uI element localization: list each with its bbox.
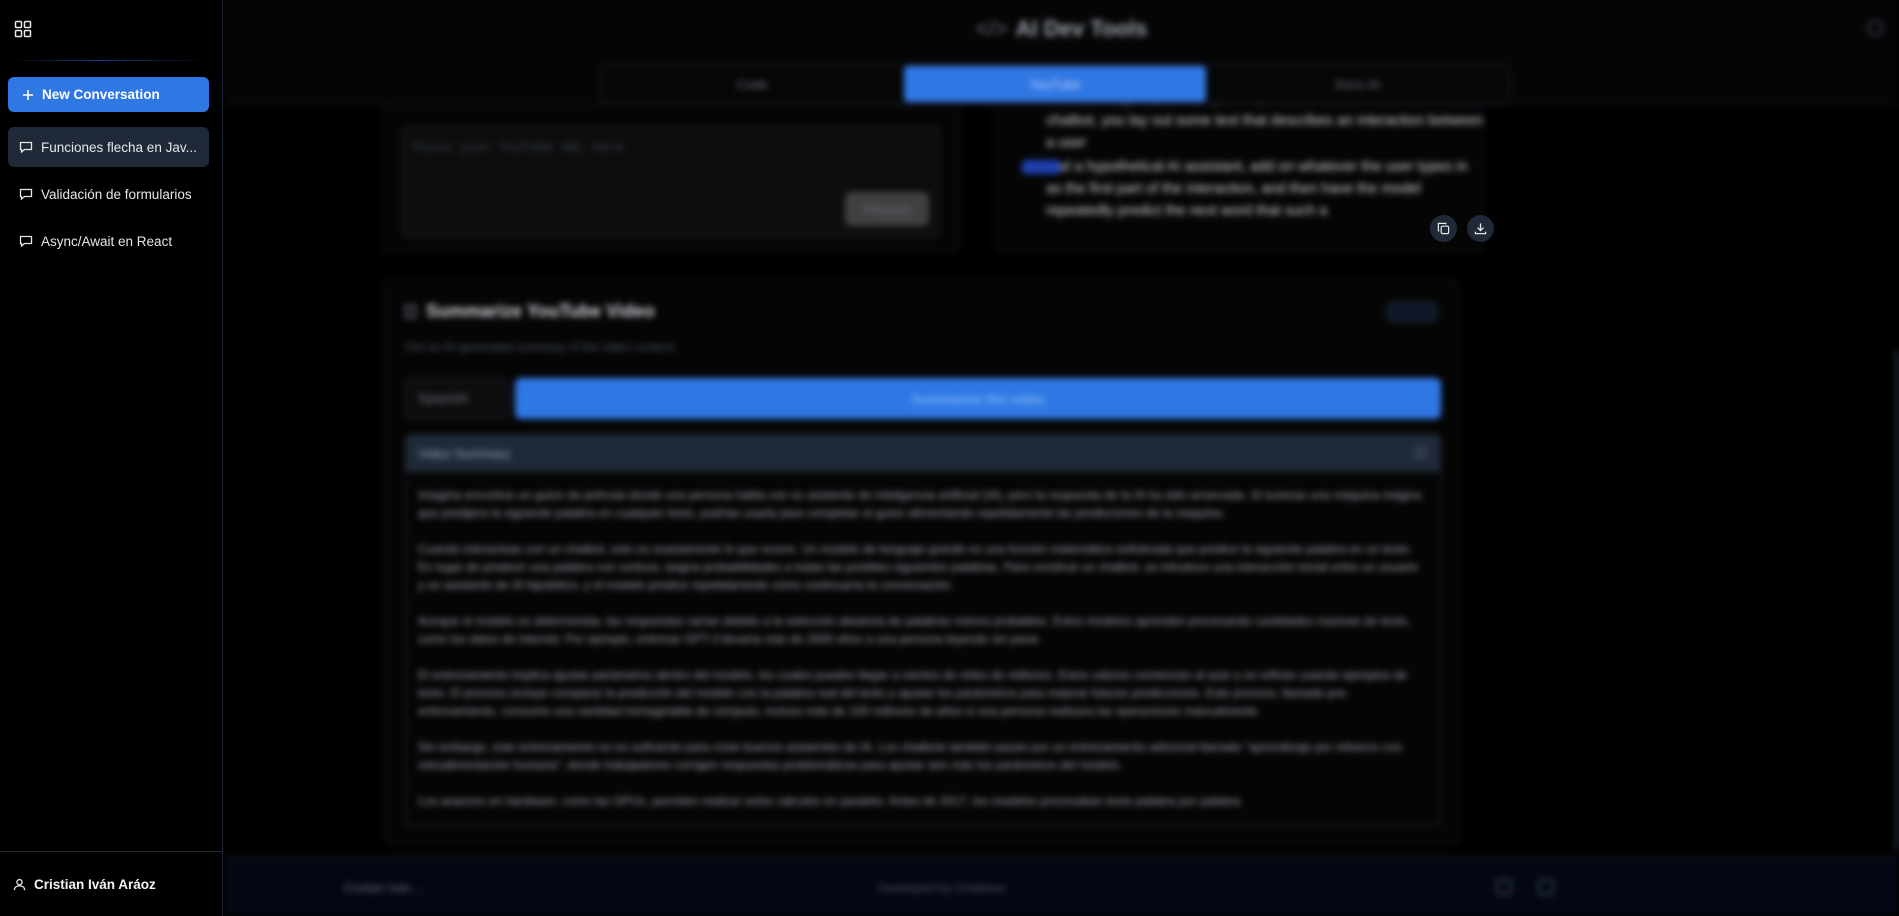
conversation-title: Async/Await en React xyxy=(41,233,173,249)
page-footer: Cristian Iván ... Developed by Chatbase xyxy=(224,856,1899,916)
summary-paragraph: Sin embargo, este entrenamiento no es su… xyxy=(418,740,1403,772)
github-icon[interactable] xyxy=(1496,879,1512,895)
summary-paragraph: El entrenamiento implica ajustar parámet… xyxy=(418,668,1408,718)
video-summary-header: Video Summary xyxy=(406,435,1440,472)
video-summary-panel: Video Summary Imagina encontrar un guion… xyxy=(405,434,1441,826)
conversation-item[interactable]: Funciones flecha en Jav... xyxy=(8,127,209,167)
summary-paragraph: Imagina encontrar un guion de película d… xyxy=(418,488,1422,520)
user-icon xyxy=(13,878,26,891)
download-button[interactable] xyxy=(1467,215,1494,242)
conversation-title: Funciones flecha en Jav... xyxy=(41,139,197,155)
summary-paragraph: Cuando interactúas con un chatbot, esto … xyxy=(418,542,1418,592)
video-summary-title: Video Summary xyxy=(418,446,511,461)
blurred-background: Paste your YouTube URL here Process does… xyxy=(224,0,1899,916)
sidebar: New Conversation Funciones flecha en Jav… xyxy=(0,0,223,916)
full-view-button[interactable] xyxy=(1386,301,1438,323)
copy-icon xyxy=(1437,222,1450,235)
conversation-item[interactable]: Async/Await en React xyxy=(8,221,209,261)
grid-menu-icon[interactable] xyxy=(14,20,32,38)
summary-card: Summarize YouTube Video Get an AI-genera… xyxy=(384,278,1459,845)
tab-docs-ai[interactable]: Docs AI xyxy=(1206,66,1509,102)
user-name: Cristian Iván Aráoz xyxy=(34,877,156,892)
summary-paragraph: Los avances en hardware, como las GPUs, … xyxy=(418,794,1244,808)
document-icon xyxy=(405,305,416,318)
app-title-text: AI Dev Tools xyxy=(1015,16,1148,41)
process-button[interactable]: Process xyxy=(845,192,929,226)
tab-youtube[interactable]: YouTube xyxy=(903,66,1207,102)
new-conversation-label: New Conversation xyxy=(42,87,160,102)
conversation-list: Funciones flecha en Jav... Validación de… xyxy=(8,127,209,268)
sidebar-divider xyxy=(8,60,208,61)
conversation-title: Validación de formularios xyxy=(41,186,192,202)
new-conversation-button[interactable]: New Conversation xyxy=(8,77,209,112)
transcript-line: and a hypothetical AI assistant, add on … xyxy=(1046,159,1468,219)
footer-user: Cristian Iván ... xyxy=(344,881,425,895)
collapse-icon[interactable] xyxy=(1416,448,1426,458)
settings-icon[interactable] xyxy=(1867,20,1883,36)
summarize-button[interactable]: Summarize this video xyxy=(515,378,1441,419)
summary-title-text: Summarize YouTube Video xyxy=(426,301,655,321)
transcript: does is assign a probability to all poss… xyxy=(1022,88,1484,222)
chat-bubble-icon xyxy=(19,235,33,248)
video-summary-body: Imagina encontrar un guion de película d… xyxy=(406,472,1440,810)
copy-button[interactable] xyxy=(1430,215,1457,242)
footer-credit: Developed by Chatbase xyxy=(878,881,1007,895)
sidebar-footer: Cristian Iván Aráoz xyxy=(0,851,223,916)
summary-subtitle: Get an AI-generated summary of the video… xyxy=(405,340,674,354)
tab-code[interactable]: Code xyxy=(601,66,904,102)
timestamp-badge xyxy=(1022,160,1060,174)
linkedin-icon[interactable] xyxy=(1538,879,1554,895)
code-icon: </> xyxy=(975,16,1008,41)
chat-bubble-icon xyxy=(19,188,33,201)
language-select[interactable]: Spanish xyxy=(405,378,509,419)
top-bar: </> AI Dev Tools Code YouTube Docs AI xyxy=(224,0,1899,105)
conversation-item[interactable]: Validación de formularios xyxy=(8,174,209,214)
app-title: </> AI Dev Tools xyxy=(224,16,1899,42)
tool-tabs: Code YouTube Docs AI xyxy=(600,65,1510,103)
user-profile[interactable]: Cristian Iván Aráoz xyxy=(13,877,156,892)
plus-icon xyxy=(23,89,33,100)
youtube-url-input[interactable]: Paste your YouTube URL here Process xyxy=(402,127,940,237)
summary-title: Summarize YouTube Video xyxy=(405,301,655,322)
main-content: Paste your YouTube URL here Process does… xyxy=(224,0,1899,916)
summary-paragraph: Aunque el modelo es determinista, las re… xyxy=(418,614,1410,646)
scrollbar[interactable] xyxy=(1895,350,1899,850)
download-icon xyxy=(1474,223,1487,235)
chat-bubble-icon xyxy=(19,141,33,154)
url-placeholder: Paste your YouTube URL here xyxy=(413,140,624,155)
